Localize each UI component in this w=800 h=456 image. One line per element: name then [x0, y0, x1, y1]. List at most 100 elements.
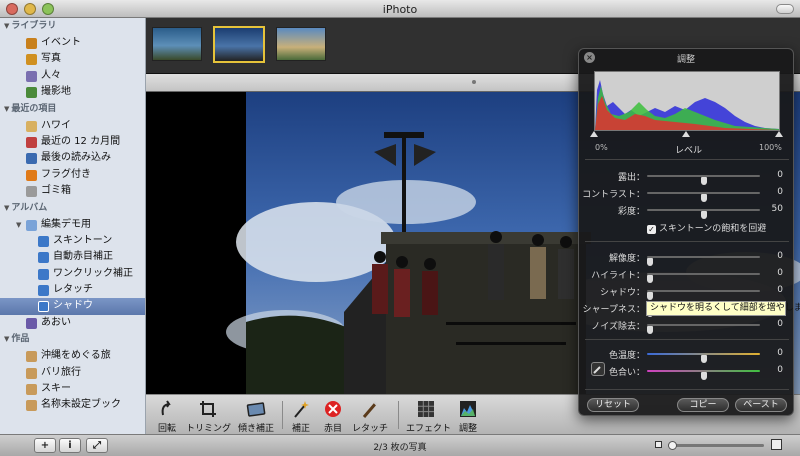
enhance-icon [294, 401, 309, 418]
effects-button[interactable]: エフェクト [406, 397, 451, 434]
contrast-slider[interactable] [647, 192, 760, 202]
contrast-knob[interactable] [700, 194, 707, 202]
sidebar-album-one-click[interactable]: ワンクリック補正 [0, 266, 145, 282]
tint-slider[interactable] [647, 370, 760, 380]
separator [585, 159, 789, 160]
shadows-row: シャドウ： 0 [599, 285, 783, 300]
disclosure-triangle-icon[interactable]: ▼ [16, 217, 21, 233]
histogram [594, 71, 780, 131]
sidebar-project-ski[interactable]: スキー [0, 381, 145, 397]
noise-reduction-row: ノイズ除去： 0 [591, 319, 783, 334]
recent-header[interactable]: ▼ 最近の項目 [0, 101, 145, 118]
skin-tone-checkbox-row[interactable]: ✓ スキントーンの飽和を回避 [647, 221, 766, 234]
zoom-slider-knob[interactable] [668, 441, 677, 450]
noise-reduction-slider[interactable] [647, 324, 760, 334]
toolbar-separator [398, 401, 399, 429]
adjust-icon [460, 401, 476, 417]
saturation-slider[interactable] [647, 209, 760, 219]
sidebar-item-last-12-months[interactable]: 最近の 12 カ月間 [0, 134, 145, 150]
sidebar-project-untitled-book[interactable]: 名称未設定ブック [0, 397, 145, 413]
red-eye-button[interactable]: 赤目 [320, 397, 346, 434]
sidebar-item-hawaii[interactable]: ハワイ [0, 118, 145, 134]
tint-knob[interactable] [700, 372, 707, 380]
calendar-icon [26, 136, 37, 148]
shadows-knob[interactable] [647, 292, 653, 300]
sidebar-project-bali[interactable]: バリ旅行 [0, 365, 145, 381]
book-icon [26, 367, 37, 379]
small-thumbnail-icon [655, 441, 662, 448]
sidebar-album-red-eye[interactable]: 自動赤目補正 [0, 249, 145, 265]
copy-button[interactable]: コピー [677, 398, 729, 412]
disclosure-triangle-icon[interactable]: ▼ [4, 18, 9, 35]
sidebar-item-faces[interactable]: 人々 [0, 68, 145, 84]
source-list-sidebar: ▼ ライブラリ イベント 写真 人々 撮影地 ▼ 最近の項目 ハワイ 最近の 12 … [0, 18, 146, 434]
highlights-slider[interactable] [647, 273, 760, 283]
disclosure-triangle-icon[interactable]: ▼ [4, 101, 9, 118]
album-icon [38, 301, 49, 313]
reset-button[interactable]: リセット [587, 398, 639, 412]
photos-icon [26, 54, 37, 66]
book-icon [26, 351, 37, 363]
noise-reduction-knob[interactable] [647, 326, 653, 334]
import-icon [26, 153, 37, 165]
sidebar-project-okinawa[interactable]: 沖縄をめぐる旅 [0, 348, 145, 364]
album-icon [38, 235, 49, 247]
crop-button[interactable]: トリミング [186, 397, 231, 434]
shadows-tooltip: シャドウを明るくして細部を増やします [646, 301, 800, 316]
definition-slider[interactable] [647, 256, 760, 266]
toolbar-toggle-button[interactable] [776, 4, 794, 14]
disclosure-triangle-icon[interactable]: ▼ [4, 200, 9, 217]
thumbnail-2-selected[interactable] [213, 26, 265, 63]
event-icon [26, 120, 37, 132]
enhance-button[interactable]: 補正 [288, 397, 314, 434]
smart-album-icon [26, 317, 37, 329]
sidebar-album-skin-tone[interactable]: スキントーン [0, 233, 145, 249]
sidebar-album-shadow[interactable]: シャドウ [0, 298, 145, 315]
saturation-row: 彩度： 50 [617, 204, 783, 219]
adjust-panel: × 調整 0% レベル 100% 露出： 0 コントラスト： 0 彩度： 50 … [578, 48, 794, 416]
temperature-knob[interactable] [700, 355, 707, 363]
paste-button[interactable]: ペースト [735, 398, 787, 412]
exposure-knob[interactable] [700, 177, 707, 185]
disclosure-triangle-icon[interactable]: ▼ [4, 331, 9, 348]
crop-icon [200, 401, 216, 417]
adjust-button[interactable]: 調整 [452, 397, 484, 434]
exposure-row: 露出： 0 [617, 170, 783, 185]
definition-knob[interactable] [647, 258, 653, 266]
sidebar-item-flagged[interactable]: フラグ付き [0, 167, 145, 183]
faces-icon [26, 70, 37, 82]
album-icon [38, 285, 49, 297]
sidebar-item-trash[interactable]: ゴミ箱 [0, 183, 145, 199]
histogram-graph [595, 80, 779, 130]
zoom-slider[interactable] [668, 441, 764, 450]
separator [585, 389, 789, 390]
sidebar-item-photos[interactable]: 写真 [0, 51, 145, 67]
sidebar-item-last-import[interactable]: 最後の読み込み [0, 150, 145, 166]
thumbnail-1[interactable] [152, 27, 202, 61]
sidebar-item-events[interactable]: イベント [0, 35, 145, 51]
projects-header[interactable]: ▼ 作品 [0, 331, 145, 348]
sidebar-item-places[interactable]: 撮影地 [0, 84, 145, 100]
rotate-button[interactable]: 回転 [152, 397, 182, 434]
albums-header[interactable]: ▼ アルバム [0, 200, 145, 217]
book-icon [26, 400, 37, 412]
sidebar-folder-demo[interactable]: ▼ 編集デモ用 [0, 217, 145, 233]
temperature-slider[interactable] [647, 353, 760, 363]
shadows-slider[interactable] [647, 290, 760, 300]
separator [585, 241, 789, 242]
highlights-knob[interactable] [647, 275, 653, 283]
library-header[interactable]: ▼ ライブラリ [0, 18, 145, 35]
rotate-icon [161, 400, 171, 416]
straighten-button[interactable]: 傾き補正 [238, 397, 274, 434]
saturation-knob[interactable] [700, 211, 707, 219]
sidebar-album-retouch[interactable]: レタッチ [0, 282, 145, 298]
sidebar-album-aoi[interactable]: あおい [0, 315, 145, 331]
drag-handle-icon[interactable] [472, 80, 476, 84]
exposure-slider[interactable] [647, 175, 760, 185]
retouch-button[interactable]: レタッチ [352, 397, 388, 434]
thumbnail-3[interactable] [276, 27, 326, 61]
eyedropper-button[interactable] [591, 362, 605, 376]
trash-icon [26, 186, 37, 198]
skin-tone-checkbox[interactable]: ✓ [647, 225, 656, 234]
large-thumbnail-icon [771, 439, 782, 450]
